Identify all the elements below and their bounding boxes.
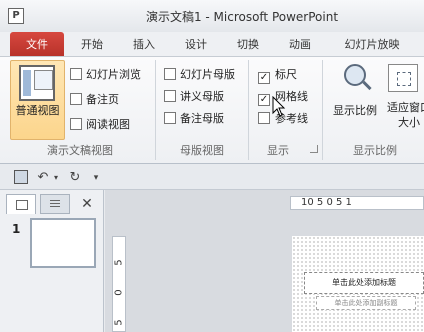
normal-view-button[interactable]: 普通视图 [10,60,65,140]
tab-slides[interactable] [6,194,36,214]
horizontal-ruler: 10 5 0 5 1 [290,196,424,210]
magnifier-icon [344,64,366,86]
slide-sorter-icon [70,68,82,80]
zoom-button[interactable]: 显示比例 [330,60,380,140]
redo-button[interactable]: ↻ [66,170,84,186]
vertical-ruler-tick: 5 [113,319,125,326]
tab-insert[interactable]: 插入 [124,32,164,56]
vertical-ruler-tick: 0 [113,289,125,296]
tab-transitions[interactable]: 切换 [228,32,268,56]
guides-check-icon [258,112,270,124]
tab-slide-show[interactable]: 幻灯片放映 [334,32,410,56]
show-group-label: 显示 [267,144,289,157]
title-placeholder[interactable]: 单击此处添加标题 [304,272,424,294]
vertical-ruler-tick: 5 [113,259,125,266]
subtitle-placeholder[interactable]: 单击此处添加副标题 [316,296,416,310]
slide-master-label: 幻灯片母版 [180,68,235,81]
tab-design[interactable]: 设计 [176,32,216,56]
quick-access-toolbar [0,164,424,190]
group-separator [248,60,249,160]
normal-view-label: 普通视图 [15,104,60,117]
slide-master-icon [164,68,176,80]
fit-to-window-button[interactable]: 适应窗口大小 [384,60,424,140]
master-views-group-label: 母版视图 [180,144,224,157]
slide-master-button[interactable]: 幻灯片母版 [164,66,235,84]
horizontal-ruler-labels: 10 5 0 5 1 [301,197,352,208]
notes-page-button[interactable]: 备注页 [70,91,119,109]
undo-button[interactable]: ↶ [34,170,52,186]
handout-master-icon [164,90,176,102]
tab-outline[interactable] [40,194,70,214]
zoom-group-label: 显示比例 [353,144,397,157]
handout-master-button[interactable]: 讲义母版 [164,88,224,106]
notes-master-label: 备注母版 [180,112,224,125]
undo-dropdown-icon[interactable]: ▾ [52,170,60,186]
window-title: 演示文稿1 - Microsoft PowerPoint [145,10,339,24]
slide-sorter-label: 幻灯片浏览 [86,68,141,81]
notes-master-icon [164,112,176,124]
notes-page-icon [70,93,82,105]
normal-view-icon [19,65,55,101]
mouse-pointer-icon [272,96,286,117]
show-dialog-launcher-icon[interactable] [310,145,318,153]
customize-qat-icon[interactable]: ▾ [90,170,102,186]
group-separator [322,60,323,160]
ruler-check-icon: ✓ [258,72,270,84]
slide-number: 1 [12,222,21,236]
tab-file[interactable]: 文件 [10,32,64,56]
notes-master-button[interactable]: 备注母版 [164,110,224,128]
reading-view-button[interactable]: 阅读视图 [70,116,130,134]
reading-view-icon [70,118,82,130]
save-icon[interactable] [14,170,28,184]
slide-sorter-button[interactable]: 幻灯片浏览 [70,66,141,84]
group-separator [155,60,156,160]
gridlines-check-icon: ✓ [258,94,270,106]
fit-to-window-icon [388,64,418,92]
handout-master-label: 讲义母版 [180,90,224,103]
presentation-views-group-label: 演示文稿视图 [47,144,113,157]
notes-page-label: 备注页 [86,93,119,106]
close-panel-icon[interactable]: ✕ [76,194,98,214]
slide-thumbnail[interactable] [30,218,96,268]
zoom-label: 显示比例 [333,104,377,117]
ruler-checkbox[interactable]: ✓ 标尺 [258,66,297,84]
reading-view-label: 阅读视图 [86,118,130,131]
fit-to-window-label: 适应窗口大小 [387,101,424,129]
ruler-label: 标尺 [275,68,297,81]
vertical-ruler: 5 0 5 [112,236,126,332]
tab-home[interactable]: 开始 [72,32,112,56]
tab-animations[interactable]: 动画 [280,32,320,56]
